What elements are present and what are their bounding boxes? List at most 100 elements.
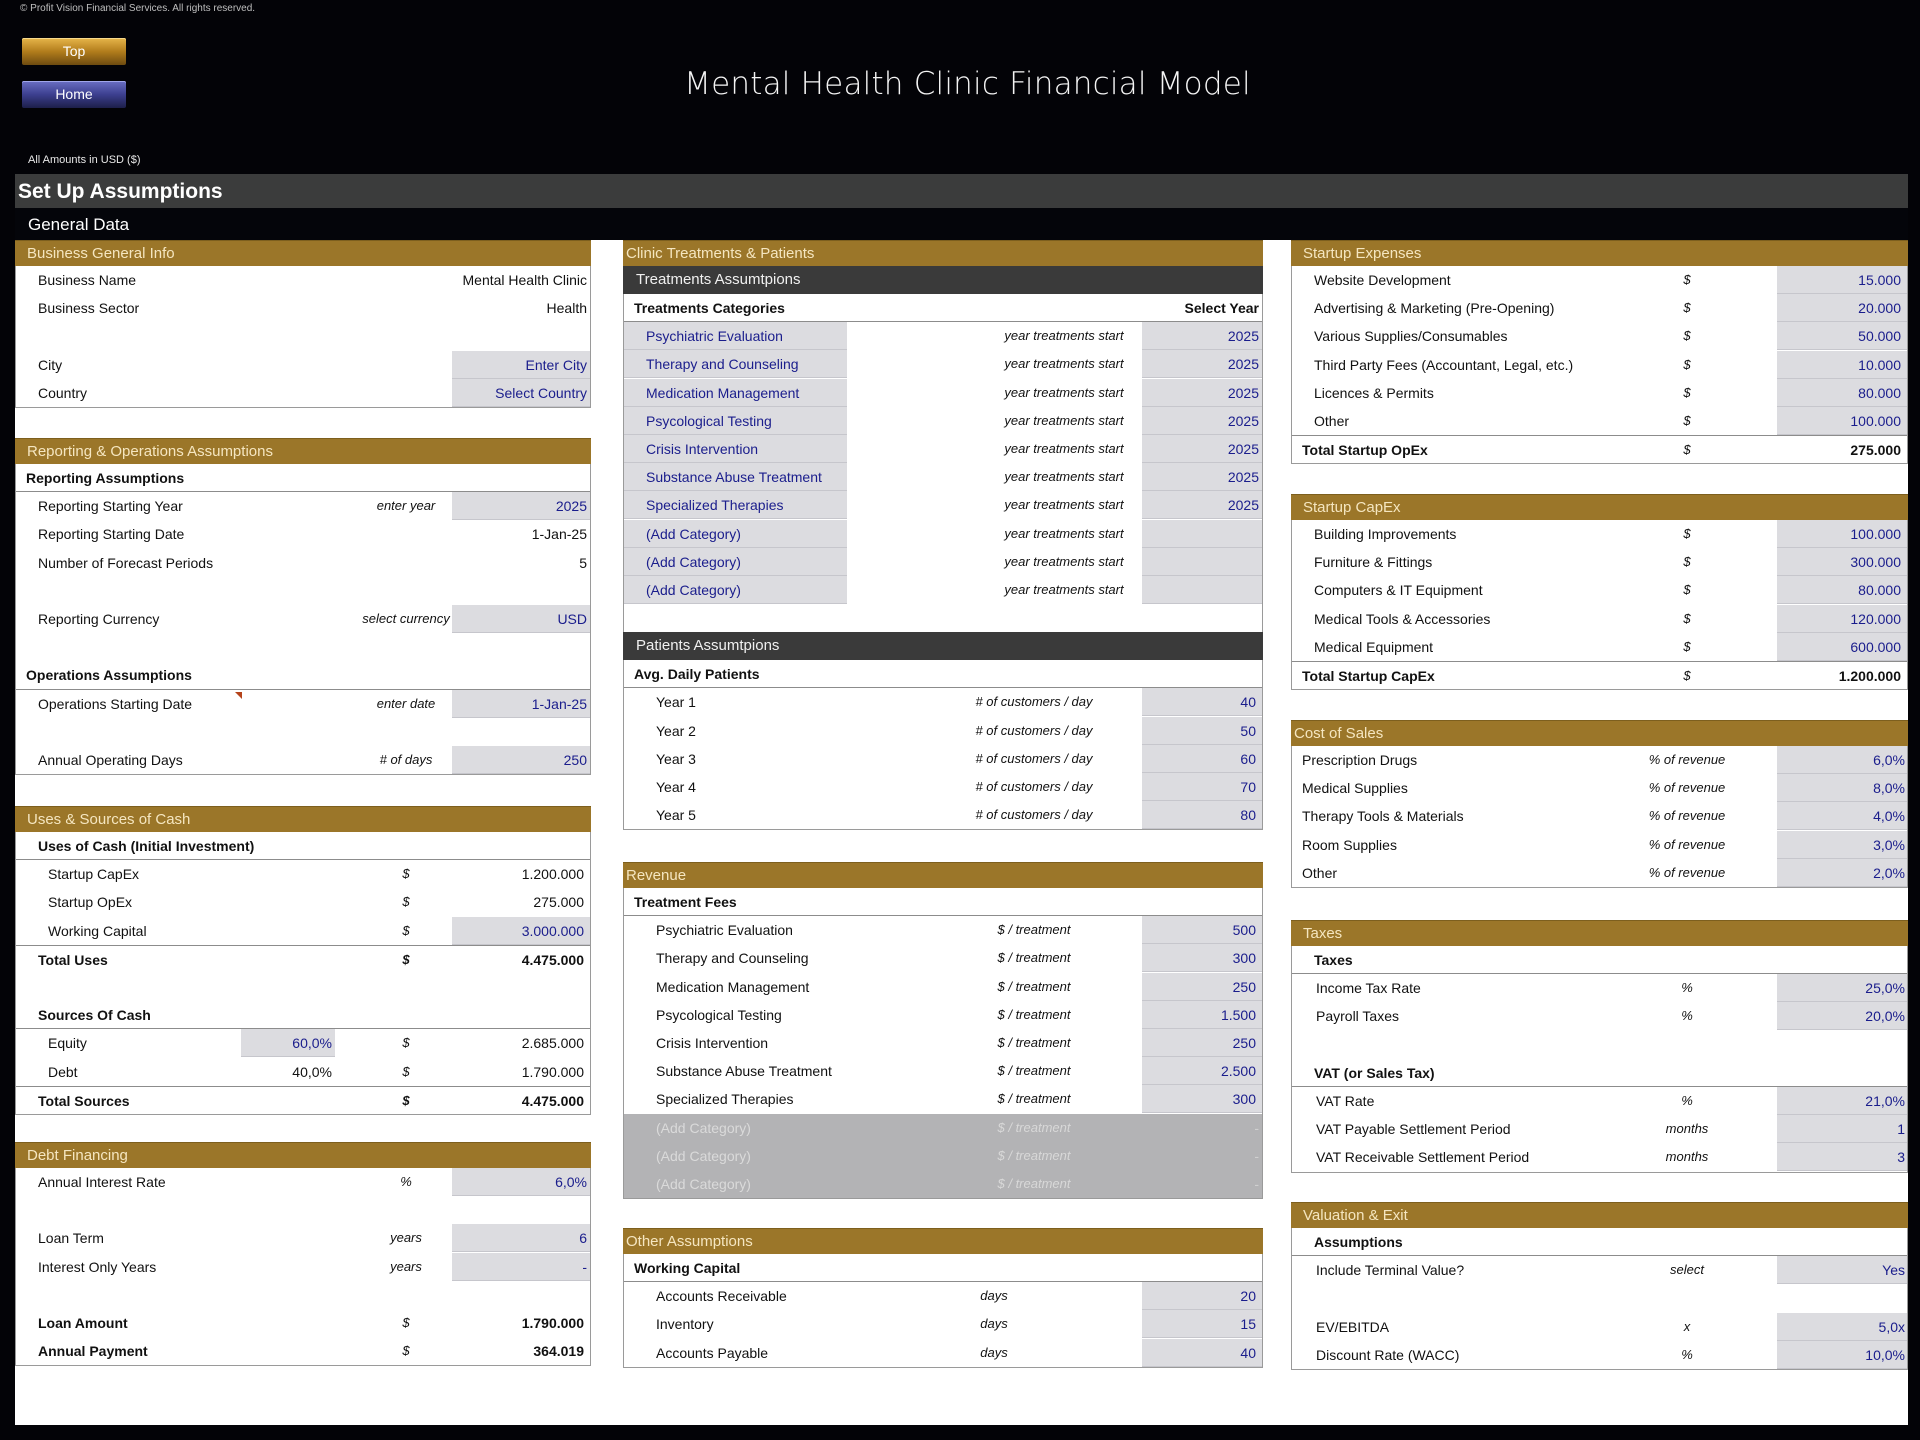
row-label: Website Development [1314, 272, 1451, 288]
startup-expense-row: Advertising & Marketing (Pre-Opening) $20… [1292, 294, 1907, 323]
operating-days-row: Annual Operating Days # of days 250 [16, 745, 590, 774]
top-button[interactable]: Top [22, 38, 126, 65]
value-input[interactable]: 6,0% [1777, 746, 1907, 774]
value-input[interactable]: 100.000 [1777, 406, 1907, 435]
currency-note: All Amounts in USD ($) [28, 154, 141, 166]
value-input[interactable]: 10,0% [1777, 1340, 1907, 1369]
value-input[interactable]: 20 [1142, 1282, 1262, 1311]
debt-pct-value: 40,0% [292, 1063, 332, 1080]
row-unit: $ [1683, 328, 1691, 344]
value-input[interactable]: 120.000 [1777, 604, 1907, 633]
value-input[interactable]: 250 [1142, 972, 1262, 1001]
row-label: Building Improvements [1314, 526, 1457, 542]
value-input[interactable]: 4,0% [1777, 802, 1907, 831]
value-input[interactable]: 3,0% [1777, 830, 1907, 859]
cell-comment-indicator[interactable] [235, 692, 242, 699]
sources-row: Equity 60,0% $ 2.685.000 [16, 1029, 590, 1058]
row-unit: $ [1683, 582, 1691, 598]
value-input[interactable]: 250 [1142, 1028, 1262, 1057]
value-input[interactable]: 8,0% [1777, 774, 1907, 803]
total-startup-capex-row: Total Startup CapEx $ 1.200.000 [1292, 660, 1907, 689]
treatment-category-input[interactable]: (Add Category) [624, 547, 847, 576]
treatment-category-input[interactable]: Medication Management [624, 378, 847, 407]
interest-only-row: Interest Only Years years - [16, 1252, 590, 1281]
value-input[interactable] [1142, 547, 1262, 576]
value-input[interactable]: 2025 [1142, 378, 1262, 407]
value-input[interactable]: 300.000 [1777, 548, 1907, 577]
disabled-fee-row: (Add Category) $ / treatment - [624, 1114, 1262, 1142]
value-input[interactable]: 50 [1142, 716, 1262, 745]
value-input[interactable]: 80.000 [1777, 576, 1907, 605]
value-input[interactable]: 15 [1142, 1310, 1262, 1339]
value-input[interactable]: 600.000 [1777, 632, 1907, 661]
value-input[interactable]: 3 [1777, 1143, 1907, 1172]
row-unit: % of revenue [1648, 864, 1726, 880]
treatment-category-input[interactable]: Therapy and Counseling [624, 350, 847, 379]
row-label: Specialized Therapies [656, 1091, 794, 1108]
operating-days-input[interactable]: 250 [452, 745, 590, 774]
interest-only-input[interactable]: - [452, 1252, 590, 1281]
country-select[interactable]: Select Country [452, 378, 590, 407]
value-input[interactable]: 20.000 [1777, 294, 1907, 323]
value-input[interactable]: 300 [1142, 1085, 1262, 1114]
treatment-category-input[interactable]: Psycological Testing [624, 406, 847, 435]
row-unit: years [390, 1258, 422, 1274]
row-label: Annual Interest Rate [38, 1174, 166, 1190]
value-input[interactable]: 60 [1142, 744, 1262, 773]
revenue-header: Revenue [623, 862, 1263, 888]
value-input[interactable]: 2025 [1142, 406, 1262, 435]
value-input[interactable]: 500 [1142, 916, 1262, 945]
value-input[interactable]: 25,0% [1777, 974, 1907, 1003]
value-input[interactable]: 20,0% [1777, 1002, 1907, 1031]
equity-pct-input[interactable]: 60,0% [241, 1029, 335, 1058]
treatment-category-input[interactable]: Psychiatric Evaluation [624, 322, 847, 351]
value-input[interactable]: 2025 [1142, 350, 1262, 379]
value-input[interactable]: 2.500 [1142, 1057, 1262, 1086]
treatment-row: Psychiatric Evaluation year treatments st… [624, 322, 1262, 351]
value-input[interactable]: Yes [1777, 1256, 1907, 1285]
value-input[interactable]: 10.000 [1777, 350, 1907, 379]
value-input[interactable]: 1 [1777, 1115, 1907, 1144]
treatments-subheader: Treatments Assumtpions [623, 266, 1263, 294]
value-input[interactable]: 21,0% [1777, 1086, 1907, 1115]
value-input[interactable]: 80 [1142, 801, 1262, 830]
value-input[interactable]: 40 [1142, 1338, 1262, 1367]
row-label: Payroll Taxes [1316, 1008, 1400, 1025]
row-label: Inventory [656, 1316, 714, 1333]
value-input[interactable]: 2025 [1142, 322, 1262, 351]
treatment-row: Substance Abuse Treatment year treatments… [624, 463, 1262, 492]
treatment-category-input[interactable]: (Add Category) [624, 519, 847, 548]
reporting-currency-select[interactable]: USD [452, 604, 590, 633]
value-input[interactable]: 2,0% [1777, 858, 1907, 887]
city-input[interactable]: Enter City [452, 350, 590, 379]
interest-rate-input[interactable]: 6,0% [452, 1168, 590, 1196]
row-label: Reporting Starting Year [38, 498, 183, 515]
operations-start-date-input[interactable]: 1-Jan-25 [452, 689, 590, 718]
row-unit: $ [402, 1314, 410, 1330]
reporting-start-year-input[interactable]: 2025 [452, 492, 590, 521]
loan-term-input[interactable]: 6 [452, 1224, 590, 1253]
row-label: Licences & Permits [1314, 384, 1434, 401]
value-input[interactable]: 2025 [1142, 491, 1262, 520]
value-input[interactable]: 5,0x [1777, 1312, 1907, 1341]
value-input[interactable]: 80.000 [1777, 378, 1907, 407]
value-input[interactable]: 15.000 [1777, 266, 1907, 294]
value-input[interactable]: 50.000 [1777, 322, 1907, 351]
row-unit: months [1665, 1121, 1709, 1137]
treatment-category-input[interactable]: Crisis Intervention [624, 434, 847, 463]
value-input[interactable]: 70 [1142, 773, 1262, 801]
revenue-panel: Revenue Treatment Fees Psychiatric Evalu… [623, 862, 1263, 1200]
working-capital-input[interactable]: 3.000.000 [452, 916, 590, 945]
treatment-category-input[interactable]: Specialized Therapies [624, 491, 847, 520]
treatment-category-input[interactable]: Substance Abuse Treatment [624, 463, 847, 492]
value-input[interactable]: 2025 [1142, 434, 1262, 463]
treatment-category-input[interactable]: (Add Category) [624, 575, 847, 604]
value-input[interactable] [1142, 575, 1262, 604]
value-input[interactable]: 40 [1142, 688, 1262, 717]
value-input[interactable] [1142, 519, 1262, 548]
value-input[interactable]: 300 [1142, 944, 1262, 973]
value-input[interactable]: 2025 [1142, 463, 1262, 492]
value-input[interactable]: 1.500 [1142, 1000, 1262, 1029]
value-input[interactable]: 100.000 [1777, 520, 1907, 548]
row-label: Various Supplies/Consumables [1314, 328, 1508, 345]
